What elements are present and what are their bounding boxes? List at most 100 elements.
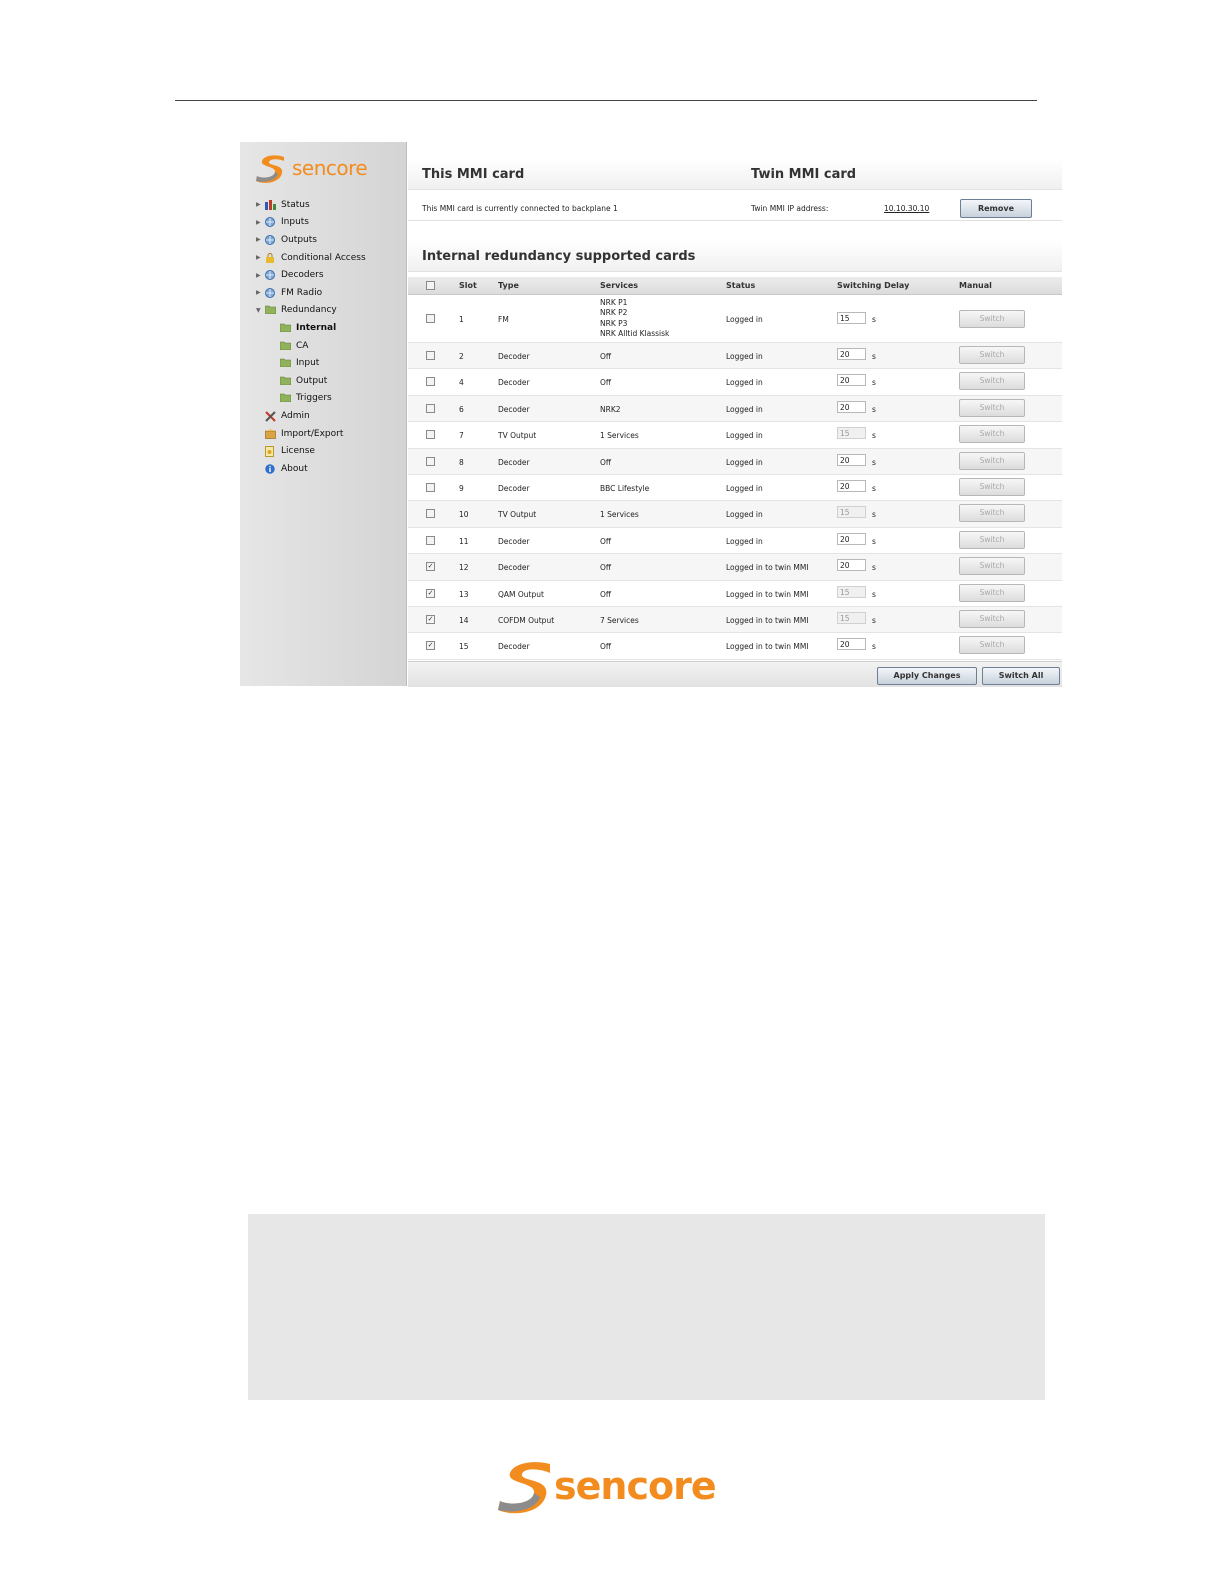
sidebar-item-internal[interactable]: Internal <box>256 319 366 337</box>
row-checkbox[interactable]: ✓ <box>426 614 435 624</box>
sidebar-item-ca[interactable]: CA <box>256 337 366 355</box>
sidebar-item-about[interactable]: About <box>256 460 366 478</box>
type-cell: Decoder <box>498 563 530 573</box>
row-checkbox[interactable]: ✓ <box>426 562 435 572</box>
table-row: ✓ 15 Decoder Off Logged in to twin MMI 20 s Swi… <box>408 633 1062 660</box>
apply-changes-button[interactable]: Apply Changes <box>877 667 977 685</box>
row-checkbox[interactable] <box>426 314 435 323</box>
row-checkbox[interactable] <box>426 377 435 387</box>
twin-ip-link[interactable]: 10.10.30.10 <box>884 204 929 213</box>
footer-logo: sencore <box>496 1460 717 1518</box>
switch-button[interactable]: Switch <box>959 310 1025 328</box>
sidebar-item-license[interactable]: License <box>256 442 366 460</box>
services-cell: Off <box>600 590 611 599</box>
sidebar-item-import-export[interactable]: Import/Export <box>256 425 366 443</box>
row-checkbox[interactable] <box>426 430 435 440</box>
row-checkbox[interactable] <box>426 351 435 360</box>
type-cell: TV Output <box>498 510 537 520</box>
switch-button[interactable]: Switch <box>959 346 1025 364</box>
table-header: Slot Type Services Status Switching Dela… <box>408 277 1062 295</box>
twin-mmi-title: Twin MMI card <box>751 167 857 182</box>
sidebar-item-conditional-access[interactable]: ▶ Conditional Access <box>256 249 366 267</box>
folder-icon <box>279 393 292 403</box>
bar-chart-icon <box>265 199 276 210</box>
sidebar-item-outputs[interactable]: ▶ Outputs <box>256 231 366 249</box>
switch-button[interactable]: Switch <box>959 504 1025 523</box>
lock-icon <box>265 252 276 263</box>
sidebar-item-decoders[interactable]: ▶ Decoders <box>256 266 366 284</box>
folder-icon <box>279 341 292 351</box>
switch-all-button[interactable]: Switch All <box>982 667 1060 685</box>
sidebar-item-fm-radio[interactable]: ▶ FM Radio <box>256 284 366 302</box>
sidebar-item-inputs[interactable]: ▶ Inputs <box>256 214 366 232</box>
sidebar-item-admin[interactable]: Admin <box>256 407 366 425</box>
row-checkbox[interactable]: ✓ <box>426 588 435 598</box>
type-cell: COFDM Output <box>498 615 555 625</box>
tools-icon <box>265 411 276 422</box>
table-row: ✓ 14 COFDM Output 7 Services Logged in to tw… <box>408 606 1062 634</box>
switch-button[interactable]: Switch <box>959 609 1025 628</box>
status-cell: Logged in to twin MMI <box>726 589 809 599</box>
switch-button[interactable]: Switch <box>959 583 1025 602</box>
row-checkbox[interactable] <box>426 509 435 519</box>
slot-cell: 2 <box>459 352 464 361</box>
switch-button[interactable]: Switch <box>959 557 1025 576</box>
redundancy-table: Slot Type Services Status Switching Dela… <box>408 277 1062 660</box>
service-name: NRK P2 <box>600 308 628 318</box>
sencore-logo: sencore <box>252 154 368 186</box>
sidebar-item-label: Inputs <box>281 217 309 228</box>
switching-delay-input[interactable]: 20 <box>837 638 866 651</box>
switching-delay-input[interactable]: 15 <box>837 312 866 324</box>
sidebar-item-label: CA <box>296 340 309 351</box>
collapsed-arrow-icon: ▶ <box>256 271 261 279</box>
switching-delay-input[interactable]: 20 <box>837 400 866 413</box>
col-slot: Slot <box>459 281 477 290</box>
service-name: Off <box>600 457 612 467</box>
box-icon <box>265 428 276 439</box>
row-checkbox[interactable] <box>426 456 435 466</box>
service-name: Off <box>600 352 612 361</box>
switch-button[interactable]: Switch <box>959 477 1025 496</box>
globe-icon <box>265 287 276 298</box>
type-cell: FM <box>498 315 509 324</box>
sidebar-item-redundancy[interactable]: ▼ Redundancy <box>256 302 366 320</box>
switching-delay-input[interactable]: 20 <box>837 479 866 492</box>
switch-button[interactable]: Switch <box>959 636 1025 655</box>
select-all-checkbox[interactable] <box>426 281 435 290</box>
row-checkbox[interactable] <box>426 535 435 545</box>
service-name: NRK Alltid Klassisk <box>600 328 670 338</box>
sidebar-item-input[interactable]: Input <box>256 354 366 372</box>
row-checkbox[interactable]: ✓ <box>426 641 435 651</box>
delay-unit: s <box>872 642 876 652</box>
switching-delay-input[interactable]: 20 <box>837 532 866 545</box>
switch-button[interactable]: Switch <box>959 530 1025 549</box>
collapsed-arrow-icon: ▶ <box>256 254 261 262</box>
delay-unit: s <box>872 352 876 361</box>
type-cell: Decoder <box>498 483 530 493</box>
row-checkbox[interactable] <box>426 403 435 413</box>
sidebar-item-label: Decoders <box>281 270 324 281</box>
switching-delay-input[interactable]: 20 <box>837 559 866 572</box>
services-cell: Off <box>600 352 611 361</box>
switch-button[interactable]: Switch <box>959 372 1025 391</box>
switching-delay-input[interactable]: 20 <box>837 348 866 360</box>
slot-cell: 11 <box>459 536 469 546</box>
sidebar-item-triggers[interactable]: Triggers <box>256 390 366 408</box>
switch-button[interactable]: Switch <box>959 398 1025 417</box>
switch-button[interactable]: Switch <box>959 451 1025 470</box>
remove-button[interactable]: Remove <box>960 199 1032 218</box>
services-cell: 1 Services <box>600 431 639 440</box>
sidebar-item-status[interactable]: ▶ Status <box>256 196 366 214</box>
switching-delay-input: 15 <box>837 427 866 440</box>
status-cell: Logged in <box>726 315 763 324</box>
sidebar-item-label: Conditional Access <box>281 252 366 263</box>
folder-icon <box>264 305 277 315</box>
table-row: 11 Decoder Off Logged in 20 s Switch <box>408 528 1062 555</box>
switching-delay-input[interactable]: 20 <box>837 374 866 387</box>
switching-delay-input[interactable]: 20 <box>837 453 866 466</box>
sidebar-item-output[interactable]: Output <box>256 372 366 390</box>
services-cell: Off <box>600 378 611 387</box>
row-checkbox[interactable] <box>426 482 435 492</box>
services-cell: Off <box>600 563 611 572</box>
switch-button[interactable]: Switch <box>959 425 1025 444</box>
